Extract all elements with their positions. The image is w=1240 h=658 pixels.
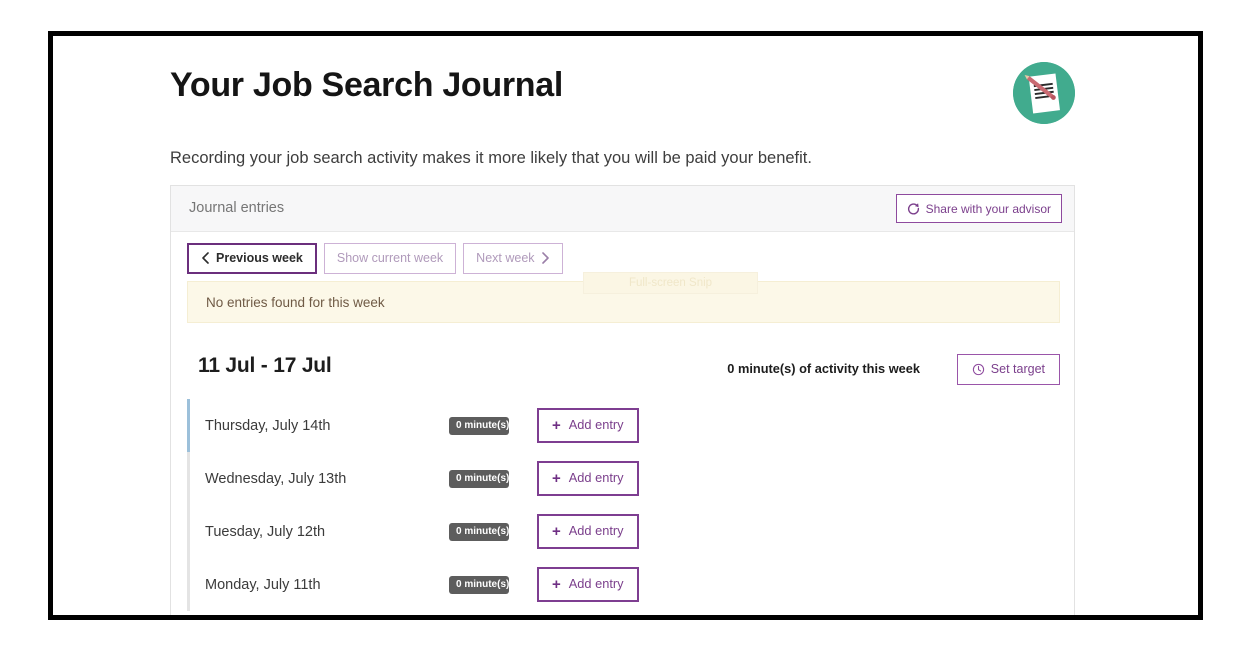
- day-minutes-badge: 0 minute(s): [449, 575, 509, 594]
- add-entry-button[interactable]: + Add entry: [537, 567, 639, 602]
- add-entry-label: Add entry: [568, 523, 624, 539]
- day-rows: Thursday, July 14th 0 minute(s) + Add en…: [187, 399, 1060, 611]
- plus-icon: +: [552, 470, 561, 487]
- previous-week-button[interactable]: Previous week: [187, 243, 317, 274]
- share-button-label: Share with your advisor: [925, 201, 1051, 216]
- day-minutes-badge: 0 minute(s): [449, 522, 509, 541]
- chevron-right-icon: [541, 252, 550, 265]
- journal-page: Your Job Search Journal Recording your j…: [53, 36, 1198, 615]
- journal-notepad-pencil-icon: [1013, 62, 1075, 124]
- journal-entries-card: Journal entries Share with your advisor: [170, 185, 1075, 615]
- day-minutes-badge: 0 minute(s): [449, 469, 509, 488]
- table-row: Monday, July 11th 0 minute(s) + Add entr…: [187, 558, 1060, 611]
- add-entry-label: Add entry: [568, 470, 624, 486]
- page-intro: Recording your job search activity makes…: [170, 149, 812, 167]
- card-title: Journal entries: [189, 200, 285, 216]
- day-label: Monday, July 11th: [205, 576, 321, 593]
- no-entries-alert: No entries found for this week Full-scre…: [187, 272, 1060, 323]
- plus-icon: +: [552, 576, 561, 593]
- day-minutes-badge: 0 minute(s): [449, 416, 509, 435]
- page-header: Your Job Search Journal: [170, 62, 1075, 136]
- page-title: Your Job Search Journal: [170, 66, 564, 104]
- add-entry-label: Add entry: [568, 576, 624, 592]
- share-refresh-icon: [907, 202, 920, 215]
- week-summary: 11 Jul - 17 Jul 0 minute(s) of activity …: [187, 348, 1060, 396]
- next-week-label: Next week: [476, 251, 535, 265]
- week-range-heading: 11 Jul - 17 Jul: [198, 354, 332, 377]
- plus-icon: +: [552, 523, 561, 540]
- table-row: Tuesday, July 12th 0 minute(s) + Add ent…: [187, 505, 1060, 558]
- show-current-week-button[interactable]: Show current week: [323, 243, 457, 274]
- add-entry-button[interactable]: + Add entry: [537, 514, 639, 549]
- next-week-button[interactable]: Next week: [463, 243, 563, 274]
- previous-week-label: Previous week: [216, 251, 303, 265]
- screenshot-frame: Your Job Search Journal Recording your j…: [48, 31, 1203, 620]
- set-target-button[interactable]: Set target: [956, 354, 1060, 385]
- table-row: Thursday, July 14th 0 minute(s) + Add en…: [187, 399, 1060, 452]
- no-entries-alert-text: No entries found for this week: [206, 294, 385, 310]
- week-activity-total: 0 minute(s) of activity this week: [727, 361, 920, 376]
- screenshot-root: Your Job Search Journal Recording your j…: [0, 0, 1240, 658]
- table-row: Wednesday, July 13th 0 minute(s) + Add e…: [187, 452, 1060, 505]
- day-label: Wednesday, July 13th: [205, 470, 347, 487]
- show-current-week-label: Show current week: [336, 251, 444, 265]
- day-label: Tuesday, July 12th: [205, 523, 326, 540]
- card-header: Journal entries Share with your advisor: [171, 186, 1074, 232]
- add-entry-button[interactable]: + Add entry: [537, 461, 639, 496]
- day-label: Thursday, July 14th: [205, 417, 331, 434]
- add-entry-label: Add entry: [568, 417, 624, 433]
- fullscreen-snip-ghost-overlay: Full-screen Snip: [583, 272, 758, 294]
- clock-icon: [972, 363, 985, 376]
- add-entry-button[interactable]: + Add entry: [537, 408, 639, 443]
- share-with-advisor-button[interactable]: Share with your advisor: [895, 194, 1062, 223]
- set-target-label: Set target: [990, 362, 1045, 377]
- plus-icon: +: [552, 417, 561, 434]
- chevron-left-icon: [201, 252, 210, 265]
- week-navigation: Previous week Show current week Next wee…: [187, 243, 563, 274]
